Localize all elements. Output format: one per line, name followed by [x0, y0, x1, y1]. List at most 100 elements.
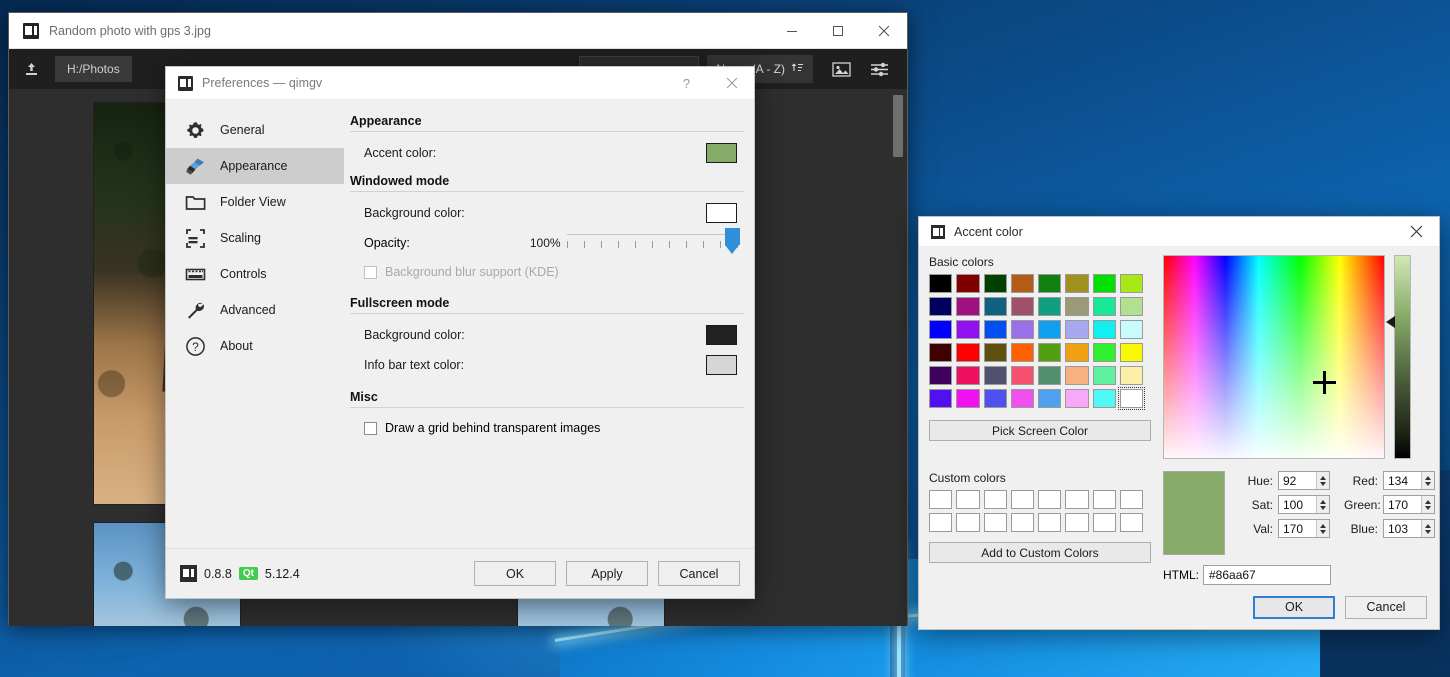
basic-color-cell[interactable] — [929, 320, 952, 339]
custom-color-cell[interactable] — [929, 513, 952, 532]
pick-screen-color-button[interactable]: Pick Screen Color — [929, 420, 1151, 441]
red-stepper[interactable] — [1421, 472, 1434, 489]
basic-color-cell[interactable] — [1093, 343, 1116, 362]
hue-stepper[interactable] — [1316, 472, 1329, 489]
basic-color-cell[interactable] — [1065, 366, 1088, 385]
basic-color-cell[interactable] — [1011, 343, 1034, 362]
grid-behind-row[interactable]: Draw a grid behind transparent images — [350, 414, 744, 442]
basic-color-cell[interactable] — [984, 343, 1007, 362]
green-stepper[interactable] — [1421, 496, 1434, 513]
basic-color-cell[interactable] — [1065, 297, 1088, 316]
red-input[interactable]: 134 — [1383, 471, 1435, 490]
basic-color-cell[interactable] — [1093, 389, 1116, 408]
value-slider[interactable] — [1394, 255, 1411, 459]
close-icon[interactable] — [1394, 216, 1439, 248]
basic-color-cell[interactable] — [956, 274, 979, 293]
basic-color-cell[interactable] — [929, 274, 952, 293]
custom-color-cell[interactable] — [956, 513, 979, 532]
basic-color-cell[interactable] — [956, 297, 979, 316]
custom-color-cell[interactable] — [1065, 513, 1088, 532]
fullscreen-background-swatch[interactable] — [706, 325, 737, 345]
windowed-background-swatch[interactable] — [706, 203, 737, 223]
basic-color-cell[interactable] — [984, 389, 1007, 408]
basic-color-cell[interactable] — [1065, 389, 1088, 408]
saturation-value-field[interactable] — [1163, 255, 1385, 459]
basic-color-cell[interactable] — [1093, 366, 1116, 385]
thumbnail-scrollbar[interactable] — [893, 95, 903, 620]
custom-color-cell[interactable] — [1093, 490, 1116, 509]
ok-button[interactable]: OK — [474, 561, 556, 586]
upload-icon[interactable] — [15, 54, 47, 84]
basic-color-cell[interactable] — [1038, 297, 1061, 316]
html-color-input[interactable]: #86aa67 — [1203, 565, 1331, 585]
custom-color-cell[interactable] — [929, 490, 952, 509]
basic-color-cell[interactable] — [984, 320, 1007, 339]
custom-color-cell[interactable] — [1065, 490, 1088, 509]
color-dialog-titlebar[interactable]: Accent color — [919, 217, 1439, 247]
basic-color-cell[interactable] — [1093, 320, 1116, 339]
color-cancel-button[interactable]: Cancel — [1345, 596, 1427, 619]
custom-color-cell[interactable] — [1038, 490, 1061, 509]
sidebar-item-advanced[interactable]: Advanced — [166, 292, 344, 328]
basic-color-cell[interactable] — [1093, 274, 1116, 293]
infobar-color-swatch[interactable] — [706, 355, 737, 375]
basic-color-cell[interactable] — [1011, 274, 1034, 293]
maximize-button[interactable] — [815, 13, 861, 48]
blur-support-row[interactable]: Background blur support (KDE) — [350, 258, 744, 286]
custom-color-cell[interactable] — [1093, 513, 1116, 532]
basic-color-cell[interactable] — [1120, 366, 1143, 385]
image-icon[interactable] — [825, 54, 857, 84]
path-breadcrumb[interactable]: H:/Photos — [55, 56, 132, 82]
basic-color-cell[interactable] — [956, 389, 979, 408]
basic-color-cell[interactable] — [1038, 320, 1061, 339]
basic-color-cell[interactable] — [1038, 343, 1061, 362]
custom-color-cell[interactable] — [1120, 490, 1143, 509]
sidebar-item-folder-view[interactable]: Folder View — [166, 184, 344, 220]
help-button[interactable]: ? — [664, 67, 709, 99]
custom-color-cell[interactable] — [956, 490, 979, 509]
val-stepper[interactable] — [1316, 520, 1329, 537]
basic-color-cell[interactable] — [984, 274, 1007, 293]
basic-color-cell[interactable] — [1038, 389, 1061, 408]
custom-colors-grid[interactable] — [929, 490, 1143, 532]
basic-color-cell[interactable] — [929, 366, 952, 385]
custom-color-cell[interactable] — [1011, 513, 1034, 532]
accent-color-swatch[interactable] — [706, 143, 737, 163]
sidebar-item-general[interactable]: General — [166, 112, 344, 148]
basic-color-cell[interactable] — [984, 366, 1007, 385]
basic-color-cell[interactable] — [1011, 389, 1034, 408]
sidebar-item-appearance[interactable]: Appearance — [166, 148, 344, 184]
basic-color-cell[interactable] — [1011, 320, 1034, 339]
close-button[interactable] — [861, 13, 907, 48]
sat-stepper[interactable] — [1316, 496, 1329, 513]
blur-support-checkbox[interactable] — [364, 266, 377, 279]
basic-color-cell[interactable] — [1011, 366, 1034, 385]
basic-color-cell[interactable] — [929, 297, 952, 316]
basic-color-cell[interactable] — [1065, 343, 1088, 362]
minimize-button[interactable] — [769, 13, 815, 48]
basic-color-cell[interactable] — [984, 297, 1007, 316]
basic-color-cell[interactable] — [1120, 297, 1143, 316]
basic-color-cell[interactable] — [1120, 320, 1143, 339]
custom-color-cell[interactable] — [1120, 513, 1143, 532]
add-to-custom-colors-button[interactable]: Add to Custom Colors — [929, 542, 1151, 563]
basic-color-cell[interactable] — [956, 320, 979, 339]
basic-color-cell[interactable] — [1038, 366, 1061, 385]
preferences-titlebar[interactable]: Preferences — qimgv ? — [166, 67, 754, 100]
basic-color-cell[interactable] — [1038, 274, 1061, 293]
hue-input[interactable]: 92 — [1278, 471, 1330, 490]
custom-color-cell[interactable] — [984, 513, 1007, 532]
basic-color-cell[interactable] — [1065, 320, 1088, 339]
basic-color-cell[interactable] — [956, 343, 979, 362]
basic-color-cell[interactable] — [929, 389, 952, 408]
basic-color-cell[interactable] — [1120, 389, 1143, 408]
basic-color-cell[interactable] — [1065, 274, 1088, 293]
custom-color-cell[interactable] — [984, 490, 1007, 509]
apply-button[interactable]: Apply — [566, 561, 648, 586]
blue-input[interactable]: 103 — [1383, 519, 1435, 538]
main-window-titlebar[interactable]: Random photo with gps 3.jpg — [9, 13, 907, 49]
sat-input[interactable]: 100 — [1278, 495, 1330, 514]
sidebar-item-about[interactable]: ? About — [166, 328, 344, 364]
custom-color-cell[interactable] — [1038, 513, 1061, 532]
sidebar-item-controls[interactable]: Controls — [166, 256, 344, 292]
